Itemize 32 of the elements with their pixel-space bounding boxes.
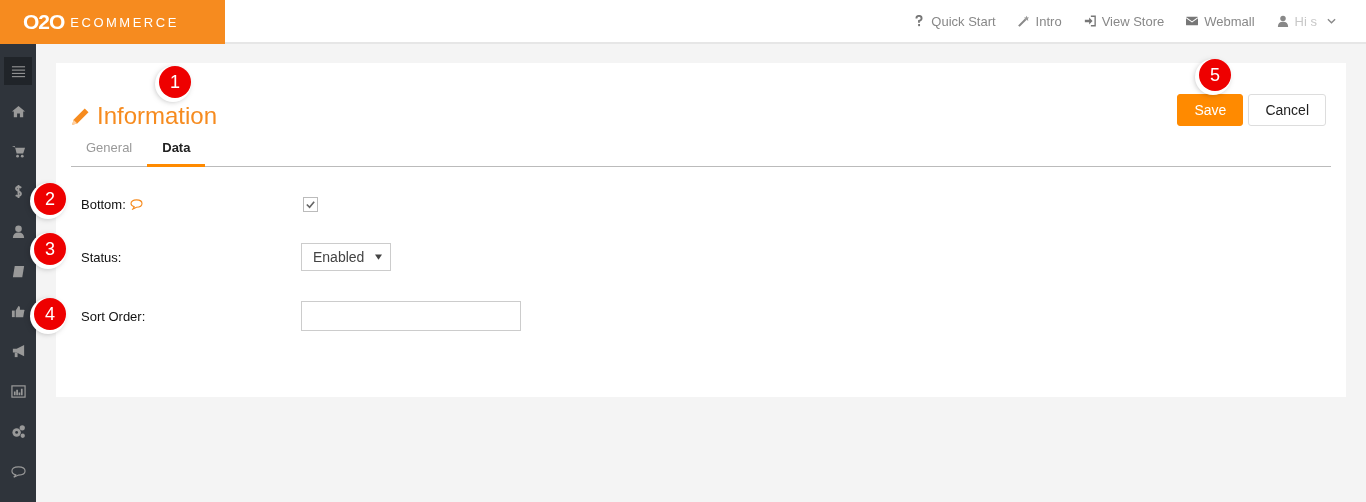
step-number-badge: 4 (34, 298, 66, 330)
checkbox[interactable] (303, 196, 318, 212)
sign-in-icon (1083, 15, 1096, 27)
tab[interactable]: General (71, 132, 148, 167)
caret-icon (375, 254, 382, 260)
status-select[interactable]: Enabled (301, 243, 391, 271)
cancel-button[interactable]: Cancel (1248, 94, 1326, 126)
save-button[interactable]: Save (1177, 94, 1244, 126)
top-link[interactable]: View Store (1083, 13, 1165, 29)
chevron-down-icon (1327, 18, 1336, 24)
input-field[interactable] (301, 301, 521, 331)
logo-wordmark: ECOMMERCE (70, 14, 179, 30)
field-label: Sort Order: (81, 308, 146, 324)
top-link[interactable]: Intro (1017, 13, 1062, 29)
sidebar-menu-icon[interactable] (4, 57, 32, 85)
tab[interactable]: Data (147, 132, 206, 167)
step-number-badge: 5 (1199, 59, 1231, 91)
logo[interactable]: O2O ECOMMERCE (0, 0, 225, 44)
field-label: Status: (81, 249, 122, 265)
top-link[interactable]: Quick Start (913, 13, 996, 29)
top-link[interactable]: Webmall (1186, 13, 1255, 29)
logo-mark: O2O (23, 10, 65, 34)
step-number-badge: 3 (34, 233, 66, 265)
step-number-badge: 1 (159, 66, 191, 98)
page-title: Information (97, 102, 218, 130)
step-number-badge: 2 (34, 183, 66, 215)
envelope-icon (1186, 15, 1199, 27)
checkmark-icon (305, 198, 316, 210)
user-icon (1276, 15, 1289, 27)
field-label: Bottom: (81, 196, 126, 212)
pencil-icon (71, 106, 91, 126)
wand-icon (1017, 15, 1030, 27)
